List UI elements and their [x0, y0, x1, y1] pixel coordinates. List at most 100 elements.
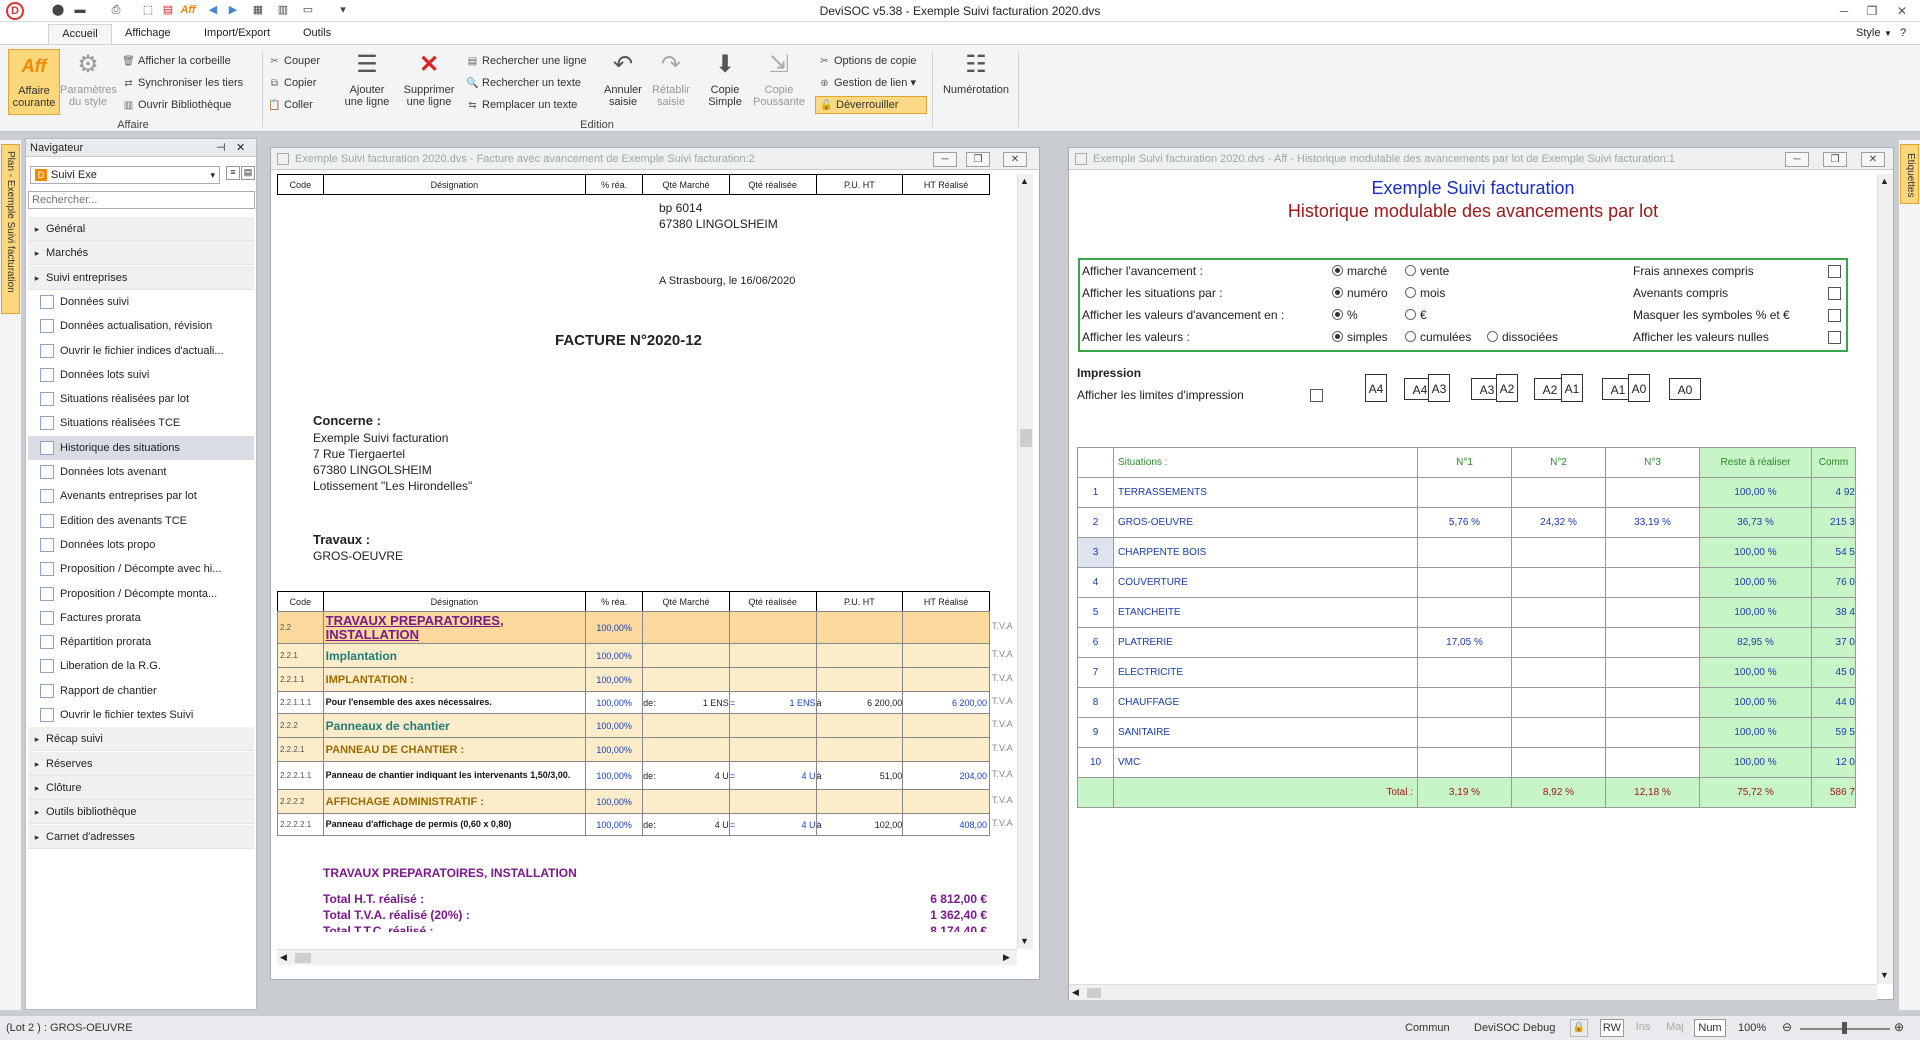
scroll-thumb[interactable]	[1020, 429, 1032, 447]
parametres-style-button[interactable]: ⚙ Paramètres du style	[60, 49, 117, 108]
hscroll-thumb[interactable]	[1087, 988, 1101, 998]
history-row[interactable]: 3 CHARPENTE BOIS 100,00 % 54 5	[1077, 537, 1856, 568]
scroll-left-icon[interactable]: ◀	[280, 952, 287, 963]
couper-button[interactable]: ✂ Couper	[268, 53, 320, 69]
masquer-checkbox[interactable]	[1828, 309, 1841, 322]
pin-icon[interactable]: ⊣	[216, 141, 226, 154]
nav-item[interactable]: Rapport de chantier	[28, 679, 254, 703]
invoice-line-row[interactable]: 2.2.2.2 AFFICHAGE ADMINISTRATIF :100,00%	[277, 789, 990, 814]
scroll-right-icon[interactable]: ▶	[1003, 952, 1010, 963]
zoom-slider-thumb[interactable]	[1842, 1022, 1847, 1034]
history-row[interactable]: 7 ELECTRICITE 100,00 % 45 0	[1077, 657, 1856, 688]
status-rw[interactable]: RW	[1600, 1019, 1624, 1037]
invoice-line-row[interactable]: 2.2.2 Panneaux de chantier 100,00%	[277, 713, 990, 738]
invoice-line-row[interactable]: 2.2.2.1.1 Panneau de chantier indiquant l…	[277, 761, 990, 790]
history-row[interactable]: 10 VMC 100,00 % 12 0	[1077, 747, 1856, 778]
nav-item[interactable]: Proposition / Décompte monta...	[28, 582, 254, 606]
nav-group[interactable]: ▸ Réserves	[28, 751, 254, 776]
nav-item[interactable]: Liberation de la R.G.	[28, 654, 254, 678]
supprimer-ligne-button[interactable]: ✕ Supprimer une ligne	[398, 49, 460, 108]
frais-checkbox[interactable]	[1828, 265, 1841, 278]
radio-simples[interactable]: simples	[1332, 330, 1388, 344]
nav-item[interactable]: Ouvrir le fichier textes Suivi	[28, 703, 254, 727]
nav-group[interactable]: ▸ Général	[28, 217, 254, 241]
radio-vente[interactable]: vente	[1405, 264, 1449, 278]
invoice-line-row[interactable]: 2.2.1 Implantation 100,00%	[277, 643, 990, 668]
tab-outils[interactable]: Outils	[303, 27, 331, 39]
history-row[interactable]: 9 SANITAIRE 100,00 % 59 5	[1077, 717, 1856, 748]
history-row[interactable]: 1 TERRASSEMENTS 100,00 % 4 92	[1077, 477, 1856, 508]
scroll-down-icon[interactable]: ▼	[1020, 936, 1029, 946]
invoice-line-row[interactable]: 2.2.2.2.1 Panneau d'affichage de permis (…	[277, 813, 990, 836]
invoice-hscroll[interactable]: ◀ ▶	[277, 949, 1017, 965]
navigator-search-input[interactable]	[28, 191, 255, 209]
annuler-saisie-button[interactable]: ↶ Annuler saisie	[598, 49, 648, 108]
restore-button[interactable]: ❐	[1858, 2, 1886, 20]
style-dropdown-icon[interactable]: ▼	[1884, 29, 1892, 38]
paper-a1-portrait-button[interactable]: A1	[1561, 374, 1583, 402]
radio-mois[interactable]: mois	[1405, 286, 1445, 300]
tree-view-icon[interactable]: ▤	[241, 166, 255, 180]
nav-item[interactable]: Données lots avenant	[28, 460, 254, 484]
nav-group[interactable]: ▸ Récap suivi	[28, 727, 254, 752]
avenants-checkbox[interactable]	[1828, 287, 1841, 300]
gestion-lien-button[interactable]: ⊕ Gestion de lien ▾	[818, 75, 916, 91]
copie-simple-button[interactable]: ⬇ Copie Simple	[700, 49, 750, 108]
invoice-minimize-button[interactable]: ─	[933, 152, 957, 167]
list-view-icon[interactable]: ≡	[226, 166, 240, 180]
nulles-checkbox[interactable]	[1828, 331, 1841, 344]
tab-affichage[interactable]: Affichage	[125, 27, 171, 39]
invoice-restore-button[interactable]: ❐	[966, 152, 990, 167]
nav-item[interactable]: Données suivi	[28, 290, 254, 314]
history-row[interactable]: 4 COUVERTURE 100,00 % 76 0	[1077, 567, 1856, 598]
remplacer-texte-button[interactable]: ⇆ Remplacer un texte	[466, 97, 577, 113]
nav-item[interactable]: Données actualisation, révision	[28, 314, 254, 338]
nav-item[interactable]: Edition des avenants TCE	[28, 509, 254, 533]
etiquettes-tab[interactable]: Etiquettes	[1900, 144, 1919, 204]
rechercher-ligne-button[interactable]: ▤ Rechercher une ligne	[466, 53, 587, 69]
numerotation-button[interactable]: ☷ Numérotation	[936, 49, 1016, 96]
scroll-down-icon[interactable]: ▼	[1880, 970, 1889, 980]
style-menu[interactable]: Style	[1856, 27, 1880, 39]
history-minimize-button[interactable]: ─	[1785, 152, 1809, 167]
invoice-line-row[interactable]: 2.2.2.1 PANNEAU DE CHANTIER :100,00%	[277, 737, 990, 762]
zoom-out-icon[interactable]: ⊖	[1782, 1020, 1792, 1034]
affaire-courante-button[interactable]: Aff Affaire courante	[8, 49, 60, 115]
radio-dissociees[interactable]: dissociées	[1487, 330, 1558, 344]
nav-group[interactable]: ▸ Carnet d'adresses	[28, 824, 254, 849]
nav-item[interactable]: Données lots propo	[28, 533, 254, 557]
scroll-up-icon[interactable]: ▲	[1880, 176, 1889, 186]
tab-import-export[interactable]: Import/Export	[204, 27, 270, 39]
nav-item[interactable]: Situations réalisées TCE	[28, 411, 254, 435]
history-row[interactable]: 2 GROS-OEUVRE 5,76 % 24,32 % 33,19 % 36,73 % 2…	[1077, 507, 1856, 538]
coller-button[interactable]: 📋 Coller	[268, 97, 312, 113]
lock-icon[interactable]: 🔒	[1570, 1019, 1588, 1037]
history-vscroll[interactable]: ▲ ▼	[1877, 174, 1893, 984]
invoice-line-row[interactable]: 2.2.1.1 IMPLANTATION :100,00%	[277, 667, 990, 692]
nav-item[interactable]: Avenants entreprises par lot	[28, 484, 254, 508]
help-icon[interactable]: ?	[1900, 27, 1906, 39]
limites-checkbox[interactable]	[1310, 389, 1323, 402]
invoice-line-row[interactable]: 2.2.1.1.1 Pour l'ensemble des axes nécess…	[277, 691, 990, 714]
nav-group[interactable]: ▸ Suivi entreprises	[28, 265, 254, 290]
history-close-button[interactable]: ✕	[1861, 152, 1885, 167]
nav-group[interactable]: ▸ Clôture	[28, 775, 254, 800]
status-ins[interactable]: Ins	[1630, 1019, 1656, 1037]
history-row[interactable]: 5 ETANCHEITE 100,00 % 38 4	[1077, 597, 1856, 628]
history-row[interactable]: 6 PLATRERIE 17,05 % 82,95 % 37 0	[1077, 627, 1856, 658]
invoice-close-button[interactable]: ✕	[1003, 152, 1027, 167]
nav-item[interactable]: Historique des situations	[28, 435, 254, 460]
close-panel-icon[interactable]: ✕	[236, 141, 245, 154]
nav-item[interactable]: Répartition prorata	[28, 630, 254, 654]
zoom-in-icon[interactable]: ⊕	[1894, 1020, 1904, 1034]
hscroll-thumb[interactable]	[295, 953, 311, 963]
copier-button[interactable]: ⧉ Copier	[268, 75, 316, 91]
sync-tiers-button[interactable]: ⇄ Synchroniser les tiers	[122, 75, 243, 91]
deverrouiller-button[interactable]: 🔓 Déverrouiller	[815, 96, 927, 114]
copie-poussante-button[interactable]: ⇲ Copie Poussante	[748, 49, 810, 108]
history-hscroll[interactable]: ◀	[1069, 984, 1877, 1000]
paper-a0-landscape-button[interactable]: A0	[1669, 378, 1701, 400]
radio-eur[interactable]: €	[1405, 308, 1427, 322]
invoice-vscroll[interactable]: ▲ ▼	[1017, 174, 1033, 949]
nav-item[interactable]: Situations réalisées par lot	[28, 387, 254, 411]
